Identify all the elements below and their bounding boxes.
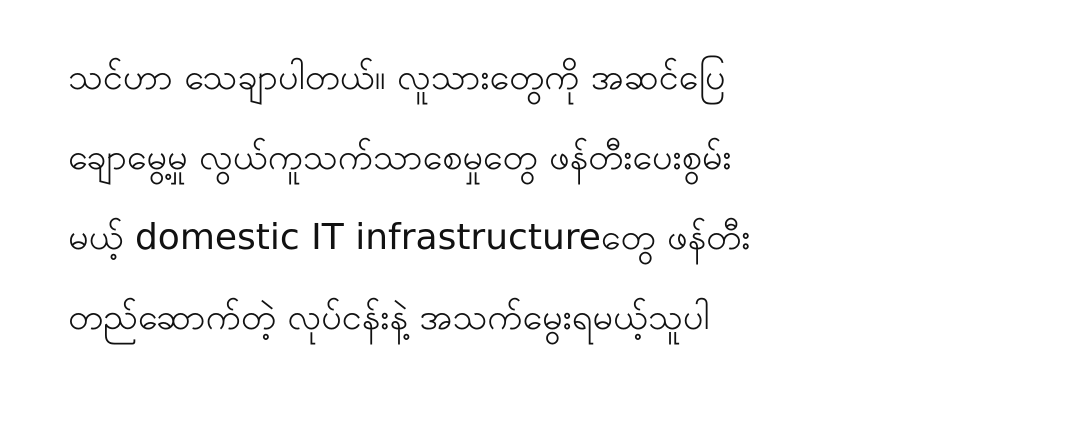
text-line: တည်ဆောက်တဲ့ လုပ်ငန်းနဲ့ အသက်မွေးရမယ့်သူပ… [68,297,710,338]
message-text: သင်ဟာ သေချာပါတယ်။ လူသားတွေကို အဆင်ပြေ ချ… [68,38,1058,358]
text-line: သင်ဟာ သေချာပါတယ်။ လူသားတွေကို အဆင်ပြေ [68,57,726,98]
text-line: မယ့် domestic IT infrastructureတွေ ဖန်တီ… [68,217,751,258]
text-line: ချောမွေ့မှု လွယ်ကူသက်သာစေမှုတွေ ဖန်တီးပေ… [68,137,732,178]
